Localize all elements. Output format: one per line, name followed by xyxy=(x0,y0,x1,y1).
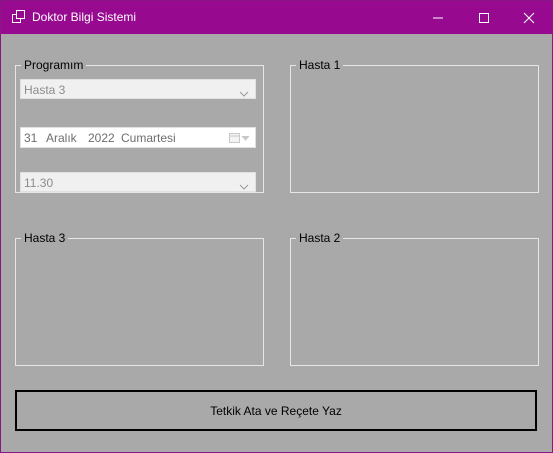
assign-tests-button[interactable]: Tetkik Ata ve Reçete Yaz xyxy=(15,390,537,431)
hasta1-group-label: Hasta 1 xyxy=(296,58,344,72)
minimize-button[interactable] xyxy=(415,1,461,34)
patient-select[interactable]: Hasta 3 xyxy=(20,79,256,99)
time-select-value: 11.30 xyxy=(24,176,54,190)
chevron-down-icon xyxy=(239,179,249,193)
title-bar[interactable]: Doktor Bilgi Sistemi xyxy=(1,1,552,34)
chevron-down-icon xyxy=(239,86,249,100)
hasta3-group-label: Hasta 3 xyxy=(21,231,69,245)
hasta2-group-label: Hasta 2 xyxy=(296,231,344,245)
date-day[interactable]: 31 xyxy=(24,131,37,145)
close-button[interactable] xyxy=(506,1,552,34)
calendar-icon[interactable] xyxy=(229,132,251,147)
date-month[interactable]: Aralık xyxy=(46,131,77,145)
hasta3-group: Hasta 3 xyxy=(15,231,264,366)
maximize-button[interactable] xyxy=(461,1,507,34)
date-picker[interactable]: 31 Aralık 2022 Cumartesi xyxy=(20,127,256,148)
patient-select-value: Hasta 3 xyxy=(24,83,66,97)
app-windows-icon xyxy=(12,10,26,24)
hasta2-group: Hasta 2 xyxy=(290,231,539,366)
date-year[interactable]: 2022 xyxy=(88,131,115,145)
window-title: Doktor Bilgi Sistemi xyxy=(32,10,137,24)
time-select[interactable]: 11.30 xyxy=(20,172,256,192)
assign-tests-button-label: Tetkik Ata ve Reçete Yaz xyxy=(210,403,342,418)
date-weekday[interactable]: Cumartesi xyxy=(121,131,176,145)
app-window: Doktor Bilgi Sistemi Programım Hasta 3 3… xyxy=(0,0,553,453)
hasta1-group: Hasta 1 xyxy=(290,58,539,193)
program-group-label: Programım xyxy=(21,58,87,72)
